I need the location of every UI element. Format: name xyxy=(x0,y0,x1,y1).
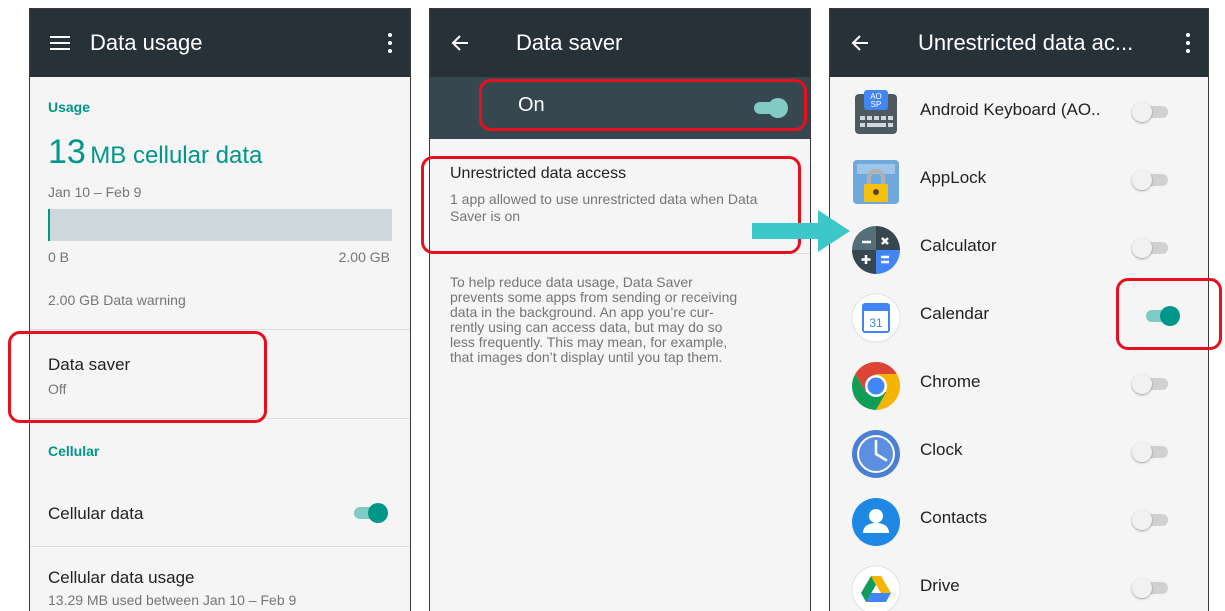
divider xyxy=(30,329,410,330)
usage-bar-fill xyxy=(48,209,50,241)
cellular-data-switch[interactable] xyxy=(350,500,390,526)
highlight-toggle-on xyxy=(479,79,807,131)
info-line: rently using can access data, but may do… xyxy=(450,319,723,335)
info-line: data in the background. An app you’re cu… xyxy=(450,304,714,320)
app-switch[interactable] xyxy=(1132,439,1172,465)
app-bar: Unrestricted data ac... xyxy=(830,9,1208,77)
app-switch[interactable] xyxy=(1132,575,1172,601)
usage-section-label: Usage xyxy=(48,99,91,115)
app-switch[interactable] xyxy=(1132,167,1172,193)
usage-amount: 13 MB cellular data xyxy=(48,133,262,172)
app-switch[interactable] xyxy=(1132,99,1172,125)
app-name: Calculator xyxy=(920,236,997,255)
cellular-section-label: Cellular xyxy=(48,443,100,459)
pointer-arrow xyxy=(752,210,850,252)
info-line: prevents some apps from sending or recei… xyxy=(450,289,738,305)
app-bar: Data saver xyxy=(430,9,810,77)
menu-icon[interactable] xyxy=(30,9,90,77)
svg-text:SP: SP xyxy=(871,100,882,109)
back-arrow-icon[interactable] xyxy=(430,9,490,77)
cellular-usage-subtitle: 13.29 MB used between Jan 10 – Feb 9 xyxy=(48,592,297,608)
calendar-icon: 31 xyxy=(850,292,902,344)
data-warning[interactable]: 2.00 GB Data warning xyxy=(48,292,186,308)
app-row-clock[interactable]: Clock xyxy=(830,417,1208,485)
cellular-data-item[interactable]: Cellular data xyxy=(30,477,410,547)
cellular-data-title: Cellular data xyxy=(48,504,144,523)
app-row-contacts[interactable]: Contacts xyxy=(830,485,1208,553)
highlight-unrestricted xyxy=(421,156,801,254)
applock-icon xyxy=(850,156,902,208)
more-options-icon[interactable] xyxy=(1168,9,1208,77)
clock-icon xyxy=(850,428,902,480)
page-title: Data usage xyxy=(90,30,203,55)
cellular-usage-title: Cellular data usage xyxy=(48,568,195,587)
app-switch[interactable] xyxy=(1132,235,1172,261)
usage-bar-max: 2.00 GB xyxy=(338,249,390,265)
usage-period: Jan 10 – Feb 9 xyxy=(48,184,142,200)
back-arrow-icon[interactable] xyxy=(830,9,890,77)
usage-bar xyxy=(48,209,392,241)
data-usage-screen: Data usage Usage 13 MB cellular data Jan… xyxy=(29,8,411,611)
app-switch[interactable] xyxy=(1132,371,1172,397)
app-switch[interactable] xyxy=(1132,507,1172,533)
cellular-data-usage-item[interactable]: Cellular data usage 13.29 MB used betwee… xyxy=(30,548,410,611)
app-row-chrome[interactable]: Chrome xyxy=(830,349,1208,417)
android-keyboard-icon: AO SP xyxy=(850,88,902,140)
calendar-date: 31 xyxy=(869,316,883,330)
app-bar: Data usage xyxy=(30,9,410,77)
calculator-icon xyxy=(850,224,902,276)
divider xyxy=(30,546,410,547)
app-name: Clock xyxy=(920,440,963,459)
chrome-icon xyxy=(850,360,902,412)
contacts-icon xyxy=(850,496,902,548)
drive-icon xyxy=(850,564,902,611)
app-row-calculator[interactable]: Calculator xyxy=(830,213,1208,281)
app-name: Contacts xyxy=(920,508,988,527)
more-options-icon[interactable] xyxy=(370,9,410,77)
usage-bar-min: 0 B xyxy=(48,249,70,265)
usage-unit: MB cellular data xyxy=(90,142,263,169)
app-name: Android Keyboard (AO.. xyxy=(920,100,1101,119)
data-saver-info: To help reduce data usage, Data Saver pr… xyxy=(450,275,800,365)
highlight-data-saver xyxy=(8,331,267,423)
info-line: that images don’t display until you tap … xyxy=(450,349,723,365)
app-name: Chrome xyxy=(920,372,981,391)
app-name: AppLock xyxy=(920,168,987,187)
info-line: To help reduce data usage, Data Saver xyxy=(450,274,693,290)
info-line: less frequently. This may mean, for exam… xyxy=(450,334,728,350)
app-row-drive[interactable]: Drive xyxy=(830,553,1208,611)
app-row-android-keyboard[interactable]: AO SP Android Keyboard (AO.. xyxy=(830,77,1208,145)
app-name: Drive xyxy=(920,576,960,595)
page-title: Unrestricted data ac... xyxy=(918,30,1134,55)
page-title: Data saver xyxy=(516,30,623,55)
usage-value: 13 xyxy=(48,133,86,171)
highlight-calendar-switch xyxy=(1116,278,1222,350)
app-row-applock[interactable]: AppLock xyxy=(830,145,1208,213)
app-name: Calendar xyxy=(920,304,989,323)
